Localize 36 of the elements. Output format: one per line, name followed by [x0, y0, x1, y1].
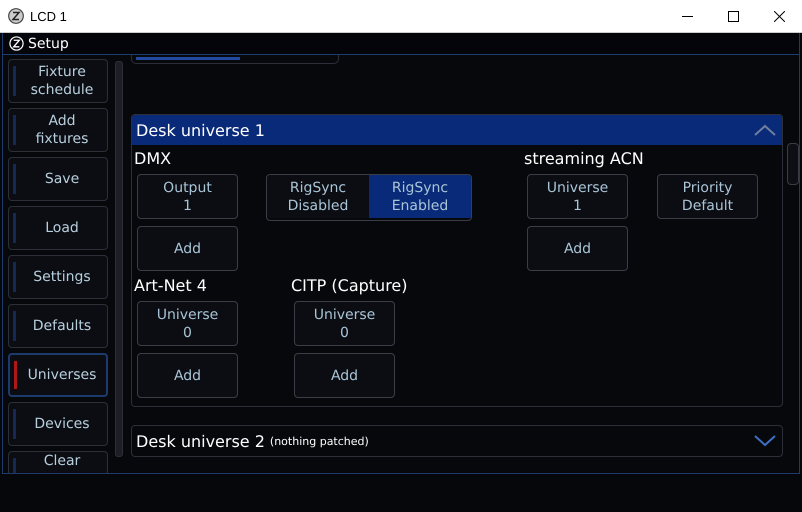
screen-title: Setup — [28, 36, 69, 52]
setting-button[interactable]: Universe 0 — [137, 301, 238, 346]
sidebar-item[interactable]: Load — [8, 206, 108, 250]
toggle-option[interactable]: RigSync Enabled — [369, 175, 471, 218]
sidebar-item[interactable]: Universes — [8, 353, 108, 397]
section-title: CITP (Capture) — [291, 276, 408, 296]
close-icon[interactable] — [774, 10, 784, 22]
window-title: LCD 1 — [30, 8, 67, 24]
scrollbar[interactable] — [115, 61, 123, 457]
sidebar-item[interactable]: Fixture schedule — [8, 59, 108, 103]
chevron-down-icon[interactable] — [754, 435, 776, 447]
maximize-icon[interactable] — [728, 10, 738, 22]
sidebar-item[interactable]: Save — [8, 157, 108, 201]
sidebar-item[interactable]: Settings — [8, 255, 108, 299]
sidebar-item[interactable]: Devices — [8, 402, 108, 446]
add-button[interactable]: Add — [137, 226, 238, 271]
setting-button[interactable]: Universe 0 — [294, 301, 395, 346]
setting-button[interactable]: Output 1 — [137, 174, 238, 219]
add-button[interactable]: Add — [294, 353, 395, 398]
panel-header[interactable]: Desk universe 2 (nothing patched) — [132, 426, 782, 456]
priority-button[interactable]: Priority Default — [657, 174, 758, 219]
section-title: Art-Net 4 — [134, 276, 208, 296]
logo-icon — [9, 36, 24, 51]
sidebar-item[interactable]: Defaults — [8, 304, 108, 348]
chevron-up-icon[interactable] — [754, 124, 776, 136]
logo-icon — [8, 8, 24, 24]
section-title: DMX — [134, 149, 172, 169]
add-button[interactable]: Add — [137, 353, 238, 398]
toggle-option[interactable]: RigSync Disabled — [267, 175, 369, 218]
sidebar-item[interactable]: Add fixtures — [8, 108, 108, 152]
scrollbar[interactable] — [787, 143, 799, 185]
panel-header[interactable]: Desk universe 1 — [132, 115, 782, 145]
sidebar-item[interactable]: Clear — [8, 451, 108, 473]
section-title: streaming ACN — [524, 149, 645, 169]
setting-button[interactable]: Universe 1 — [527, 174, 628, 219]
add-button[interactable]: Add — [527, 226, 628, 271]
